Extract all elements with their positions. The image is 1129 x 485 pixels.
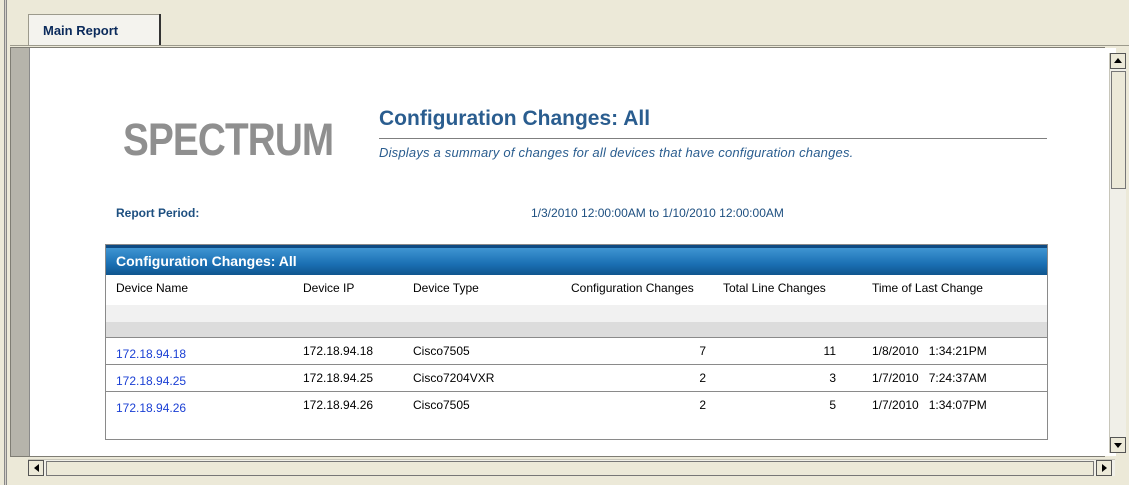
scroll-up-button[interactable] bbox=[1110, 53, 1126, 69]
col-total-line-changes: Total Line Changes bbox=[723, 281, 826, 295]
device-ip-cell: 172.18.94.25 bbox=[303, 371, 374, 385]
scroll-right-button[interactable] bbox=[1096, 460, 1112, 476]
table-row: 172.18.94.26 172.18.94.26 Cisco7505 2 5 … bbox=[106, 392, 1047, 419]
report-period-label: Report Period: bbox=[116, 206, 200, 220]
device-type-cell: Cisco7505 bbox=[413, 398, 470, 412]
report-page: SPECTRUM Configuration Changes: All Disp… bbox=[29, 48, 1116, 456]
report-title: Configuration Changes: All bbox=[379, 107, 651, 130]
table-row: 172.18.94.25 172.18.94.25 Cisco7204VXR 2… bbox=[106, 365, 1047, 392]
col-device-ip: Device IP bbox=[303, 281, 355, 295]
col-device-name: Device Name bbox=[116, 281, 189, 295]
vertical-scrollbar[interactable] bbox=[1109, 53, 1126, 453]
last-change-cell: 1/8/2010 1:34:21PM bbox=[872, 344, 987, 358]
last-change-cell: 1/7/2010 7:24:37AM bbox=[872, 371, 987, 385]
line-changes-cell: 5 bbox=[829, 398, 836, 412]
horizontal-scrollbar[interactable] bbox=[28, 459, 1115, 476]
title-divider bbox=[379, 138, 1047, 139]
device-name-link[interactable]: 172.18.94.18 bbox=[116, 347, 186, 361]
table-heading: Configuration Changes: All bbox=[106, 245, 1047, 275]
table-header-row: Device Name Device IP Device Type Config… bbox=[106, 275, 1047, 305]
triangle-up-icon bbox=[1114, 58, 1122, 63]
device-name-link[interactable]: 172.18.94.25 bbox=[116, 374, 186, 388]
scroll-left-button[interactable] bbox=[28, 460, 44, 476]
col-config-changes: Configuration Changes bbox=[571, 281, 694, 295]
table-spacer-band bbox=[106, 322, 1047, 338]
col-time-last-change: Time of Last Change bbox=[872, 281, 983, 295]
tab-strip: Main Report bbox=[10, 10, 1129, 46]
report-period-value: 1/3/2010 12:00:00AM to 1/10/2010 12:00:0… bbox=[531, 206, 784, 220]
device-type-cell: Cisco7505 bbox=[413, 344, 470, 358]
config-changes-cell: 2 bbox=[699, 398, 706, 412]
triangle-down-icon bbox=[1114, 443, 1122, 448]
device-type-cell: Cisco7204VXR bbox=[413, 371, 495, 385]
config-changes-cell: 7 bbox=[699, 344, 706, 358]
device-name-link[interactable]: 172.18.94.26 bbox=[116, 401, 186, 415]
config-changes-cell: 2 bbox=[699, 371, 706, 385]
device-ip-cell: 172.18.94.18 bbox=[303, 344, 374, 358]
triangle-left-icon bbox=[34, 464, 39, 472]
tab-main-report[interactable]: Main Report bbox=[28, 14, 161, 45]
table-spacer-band bbox=[106, 305, 1047, 322]
changes-table: Configuration Changes: All Device Name D… bbox=[105, 244, 1048, 440]
report-viewport: SPECTRUM Configuration Changes: All Disp… bbox=[10, 47, 1116, 457]
window-edge bbox=[4, 0, 7, 485]
vertical-scroll-thumb[interactable] bbox=[1111, 71, 1126, 189]
line-changes-cell: 3 bbox=[829, 371, 836, 385]
horizontal-scroll-thumb[interactable] bbox=[46, 461, 1094, 476]
report-subtitle: Displays a summary of changes for all de… bbox=[379, 145, 854, 160]
table-row: 172.18.94.18 172.18.94.18 Cisco7505 7 11… bbox=[106, 338, 1047, 365]
line-changes-cell: 11 bbox=[823, 344, 836, 358]
triangle-right-icon bbox=[1102, 464, 1107, 472]
col-device-type: Device Type bbox=[413, 281, 479, 295]
scroll-down-button[interactable] bbox=[1110, 437, 1126, 453]
last-change-cell: 1/7/2010 1:34:07PM bbox=[872, 398, 987, 412]
device-ip-cell: 172.18.94.26 bbox=[303, 398, 374, 412]
spectrum-logo: SPECTRUM bbox=[123, 114, 334, 165]
